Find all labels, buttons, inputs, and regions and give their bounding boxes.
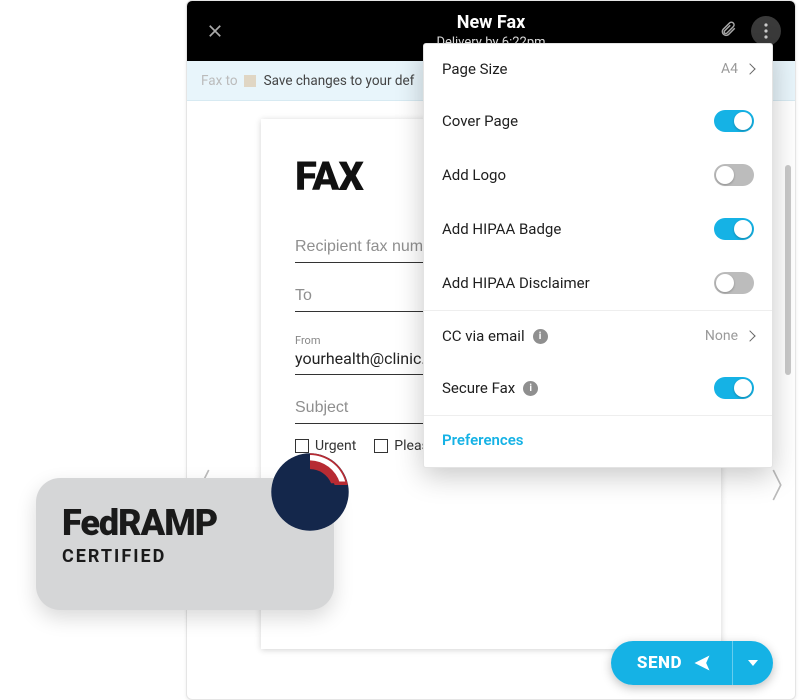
chevron-right-icon: [744, 330, 755, 341]
preferences-link[interactable]: Preferences: [442, 431, 524, 449]
hipaa-disclaimer-toggle[interactable]: [714, 272, 754, 294]
add-logo-toggle[interactable]: [714, 164, 754, 186]
close-icon[interactable]: [201, 17, 229, 45]
attachment-icon[interactable]: [719, 20, 737, 42]
cover-page-row: Cover Page: [424, 94, 772, 148]
info-icon[interactable]: i: [523, 381, 538, 396]
send-button-group: SEND: [611, 641, 773, 685]
scrollbar-thumb[interactable]: [785, 165, 791, 375]
fedramp-badge: FedRAMP CERTIFIED: [36, 478, 334, 610]
preferences-row: Preferences: [424, 415, 772, 467]
cc-email-row[interactable]: CC via emaili None: [424, 310, 772, 361]
send-button[interactable]: SEND: [611, 641, 732, 685]
options-panel: Page Size A4 Cover Page Add Logo Add HIP…: [423, 43, 773, 468]
banner-text: Save changes to your def: [264, 73, 415, 89]
secure-fax-row: Secure Faxi: [424, 361, 772, 415]
secure-fax-toggle[interactable]: [714, 377, 754, 399]
add-logo-row: Add Logo: [424, 148, 772, 202]
hipaa-badge-row: Add HIPAA Badge: [424, 202, 772, 256]
window-title: New Fax: [436, 12, 545, 33]
cover-page-toggle[interactable]: [714, 110, 754, 132]
info-icon[interactable]: i: [533, 329, 548, 344]
banner-dim-prefix: Fax to: [201, 73, 238, 89]
fedramp-seal-icon: [266, 448, 354, 536]
hipaa-disclaimer-row: Add HIPAA Disclaimer: [424, 256, 772, 310]
fedramp-subtitle: CERTIFIED: [62, 546, 308, 567]
chevron-right-icon: [744, 63, 755, 74]
banner-icon: [244, 75, 256, 87]
send-icon: [692, 653, 712, 673]
page-size-row[interactable]: Page Size A4: [424, 44, 772, 94]
scrollbar[interactable]: [785, 165, 791, 639]
caret-down-icon: [747, 657, 759, 669]
hipaa-badge-toggle[interactable]: [714, 218, 754, 240]
